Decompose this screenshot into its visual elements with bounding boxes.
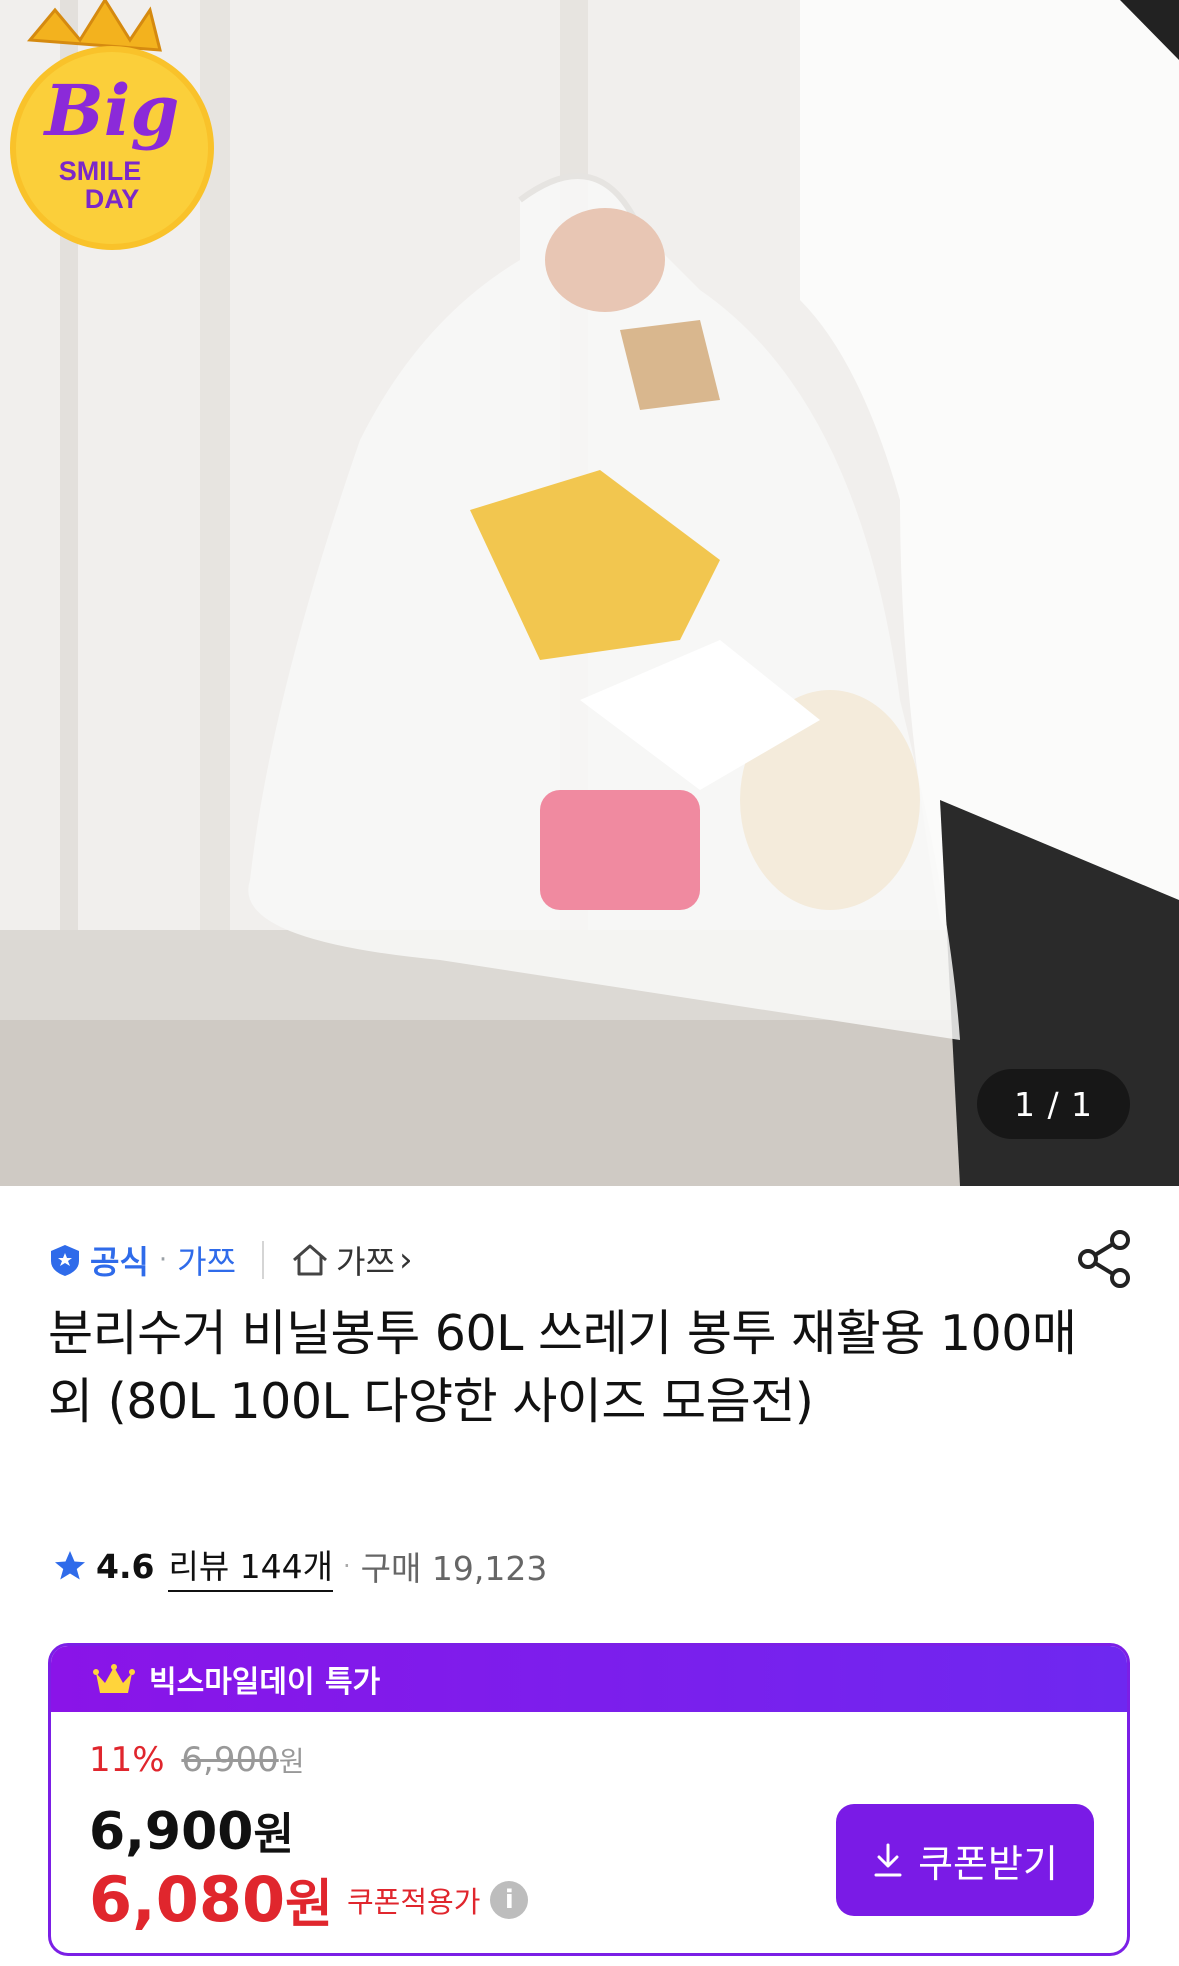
sale-price-value: 6,900 — [89, 1802, 254, 1862]
info-icon[interactable]: i — [490, 1880, 529, 1919]
sale-price: 6,900원 — [89, 1798, 294, 1862]
home-icon — [293, 1244, 328, 1276]
discount-row: 11% 6,900원 — [89, 1740, 305, 1780]
store-row: 공식 · 가쯔 가쯔 › — [48, 1232, 413, 1288]
separator-dot: · — [158, 1245, 168, 1275]
store-home-link[interactable]: 가쯔 › — [290, 1237, 413, 1283]
original-price: 6,900 — [181, 1740, 279, 1780]
promo-header: 빅스마일데이 특가 — [51, 1646, 1127, 1712]
download-icon — [874, 1843, 902, 1877]
coupon-price-value: 6,080 — [89, 1863, 286, 1936]
official-label: 공식 — [90, 1243, 149, 1281]
star-icon — [55, 1551, 85, 1580]
promo-header-label: 빅스마일데이 특가 — [149, 1665, 381, 1700]
brand-link[interactable]: 가쯔 — [177, 1237, 236, 1283]
crown-icon — [26, 0, 162, 52]
crown-icon — [93, 1664, 135, 1693]
discount-percent: 11% — [89, 1740, 165, 1780]
sale-price-unit: 원 — [253, 1809, 294, 1860]
coupon-price-unit: 원 — [285, 1875, 333, 1935]
rating-score: 4.6 — [96, 1546, 155, 1586]
big-smile-day-badge: Big SMILE DAY — [10, 0, 214, 250]
rating-row: 4.6 리뷰 144개 · 구매 19,123 — [52, 1540, 547, 1592]
purchase-count: 구매 19,123 — [360, 1549, 548, 1588]
get-coupon-button[interactable]: 쿠폰받기 — [836, 1804, 1094, 1916]
image-counter: 1 / 1 — [977, 1069, 1130, 1139]
share-icon[interactable] — [1076, 1228, 1134, 1290]
svg-text:SMILE: SMILE — [59, 156, 142, 186]
promo-box: 빅스마일데이 특가 11% 6,900원 6,900원 6,080 원 쿠폰적용… — [48, 1643, 1130, 1956]
official-shield-icon — [51, 1245, 79, 1276]
price-area: 11% 6,900원 6,900원 6,080 원 쿠폰적용가 i 쿠폰받기 — [51, 1712, 1127, 1953]
divider — [262, 1241, 265, 1279]
original-price-unit: 원 — [278, 1745, 305, 1778]
chevron-right-icon: › — [398, 1240, 413, 1280]
store-home-label: 가쯔 — [336, 1243, 395, 1281]
separator-dot: · — [343, 1552, 351, 1580]
svg-text:Big: Big — [43, 69, 180, 152]
coupon-price-label: 쿠폰적용가 — [346, 1884, 481, 1919]
coupon-price-row: 6,080 원 쿠폰적용가 i — [89, 1862, 529, 1937]
svg-text:DAY: DAY — [85, 184, 140, 214]
get-coupon-label: 쿠폰받기 — [918, 1841, 1058, 1886]
product-title: 분리수거 비닐봉투 60L 쓰레기 봉투 재활용 100매 외 (80L 100… — [48, 1305, 1077, 1430]
product-image[interactable]: Big SMILE DAY 1 / 1 — [0, 0, 1179, 1186]
review-link[interactable]: 리뷰 144개 — [168, 1540, 334, 1592]
